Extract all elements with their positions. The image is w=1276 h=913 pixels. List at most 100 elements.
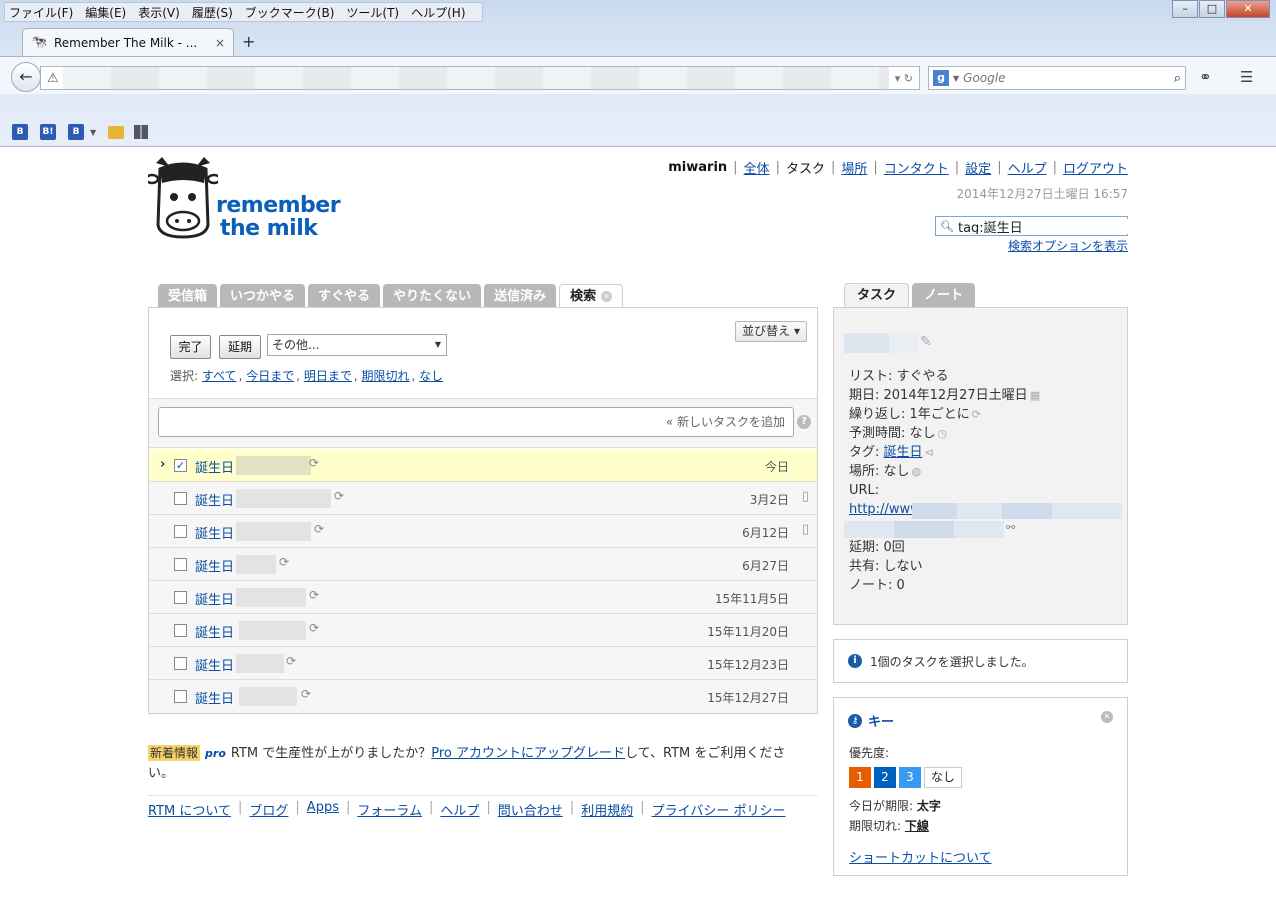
task-row[interactable]: 誕生日 ⟳ 15年11月20日 (149, 614, 817, 647)
nav-logout[interactable]: ログアウト (1063, 158, 1128, 177)
footer-contact[interactable]: 問い合わせ (498, 800, 563, 819)
footer-apps[interactable]: Apps (307, 800, 339, 819)
footer-forum[interactable]: フォーラム (357, 800, 422, 819)
task-row[interactable]: 誕生日 ⟳ 6月27日 (149, 548, 817, 581)
task-name-redacted[interactable] (236, 654, 284, 673)
help-icon[interactable]: ? (797, 415, 811, 429)
tab-task-detail[interactable]: タスク (844, 283, 910, 308)
tab-notes[interactable]: ノート (912, 283, 976, 308)
tab-search[interactable]: 検索 ✕ (559, 284, 624, 308)
select-due-tomorrow[interactable]: 明日まで (304, 369, 352, 383)
detail-estimate[interactable]: 予測時間: なし (849, 426, 936, 441)
close-search-tab-icon[interactable]: ✕ (601, 291, 613, 302)
task-name-redacted[interactable] (236, 555, 276, 574)
task-checkbox[interactable] (174, 558, 187, 571)
tab-dont-want[interactable]: やりたくない (383, 284, 482, 308)
menu-file[interactable]: ファイル(F) (9, 4, 73, 21)
task-checkbox[interactable] (174, 657, 187, 670)
add-task-input[interactable]: « 新しいタスクを追加 (158, 407, 794, 437)
detail-location[interactable]: 場所: なし (849, 464, 910, 479)
bookmark-dropdown-icon[interactable]: ▼ (90, 128, 96, 137)
rtm-logo[interactable]: remember the milk (144, 155, 341, 245)
tab-inbox[interactable]: 受信箱 (158, 284, 218, 308)
task-name-redacted[interactable] (236, 456, 311, 475)
select-all[interactable]: すべて (202, 369, 237, 383)
close-window-button[interactable]: ✕ (1226, 0, 1270, 18)
upgrade-pro-link[interactable]: Pro アカウントにアップグレード (431, 746, 625, 761)
url-bar[interactable]: ⚠ ▾ ↻ (40, 66, 920, 90)
sort-button[interactable]: 並び替え ▾ (735, 321, 807, 342)
task-row[interactable]: 誕生日 ⟳ 6月12日 ▯ (149, 515, 817, 548)
task-checkbox[interactable] (174, 492, 187, 505)
detail-list[interactable]: リスト: すぐやる (849, 367, 1040, 386)
hamburger-menu-icon[interactable]: ☰ (1240, 68, 1253, 86)
folder-icon[interactable] (108, 125, 125, 139)
select-overdue[interactable]: 期限切れ (362, 369, 410, 383)
tab-someday[interactable]: いつかやる (220, 284, 306, 308)
footer-about[interactable]: RTM について (148, 800, 231, 819)
footer-blog[interactable]: ブログ (249, 800, 288, 819)
task-checkbox[interactable]: ✓ (174, 459, 187, 472)
task-tag[interactable]: 誕生日 (195, 655, 234, 674)
hatena-b-icon[interactable]: B! (40, 124, 56, 140)
menu-tools[interactable]: ツール(T) (346, 4, 399, 21)
task-checkbox[interactable] (174, 690, 187, 703)
task-tag[interactable]: 誕生日 (195, 556, 234, 575)
pencil-icon[interactable]: ✎ (920, 334, 932, 350)
task-name-redacted[interactable] (236, 588, 306, 607)
task-name-redacted[interactable] (844, 333, 919, 353)
footer-privacy[interactable]: プライバシー ポリシー (652, 800, 786, 819)
task-search-input[interactable] (957, 218, 1128, 234)
maximize-button[interactable]: □ (1199, 0, 1225, 18)
detail-tag-link[interactable]: 誕生日 (884, 445, 923, 460)
task-row[interactable]: 誕生日 ⟳ 15年11月5日 (149, 581, 817, 614)
task-tag[interactable]: 誕生日 (195, 589, 234, 608)
detail-due[interactable]: 期日: 2014年12月27日土曜日 (849, 388, 1028, 403)
task-tag[interactable]: 誕生日 (195, 457, 234, 476)
task-tag[interactable]: 誕生日 (195, 622, 234, 641)
link-icon[interactable]: ⚭ (1199, 68, 1212, 86)
calendar-icon[interactable]: ▦ (1030, 389, 1040, 402)
nav-help[interactable]: ヘルプ (1008, 158, 1047, 177)
menu-history[interactable]: 履歴(S) (192, 4, 233, 21)
task-name-redacted[interactable] (239, 687, 297, 706)
nav-contacts[interactable]: コンタクト (884, 158, 949, 177)
new-tab-button[interactable]: + (242, 32, 255, 51)
task-checkbox[interactable] (174, 624, 187, 637)
browser-search-input[interactable] (963, 71, 1174, 85)
task-row[interactable]: 誕生日 ⟳ 3月2日 ▯ (149, 482, 817, 515)
task-name-redacted[interactable] (236, 522, 311, 541)
select-none[interactable]: なし (419, 369, 443, 383)
task-tag[interactable]: 誕生日 (195, 688, 234, 707)
tab-sent[interactable]: 送信済み (484, 284, 557, 308)
engine-dropdown-icon[interactable]: ▼ (953, 74, 959, 83)
task-name-redacted[interactable] (236, 489, 331, 508)
url-dropdown-reload-icons[interactable]: ▾ ↻ (889, 72, 919, 85)
footer-terms[interactable]: 利用規約 (581, 800, 633, 819)
task-checkbox[interactable] (174, 591, 187, 604)
menu-help[interactable]: ヘルプ(H) (411, 4, 465, 21)
task-tag[interactable]: 誕生日 (195, 523, 234, 542)
search-options-link[interactable]: 検索オプションを表示 (1008, 237, 1128, 254)
nav-overview[interactable]: 全体 (744, 158, 770, 177)
task-row[interactable]: 誕生日 ⟳ 15年12月27日 (149, 680, 817, 713)
nav-locations[interactable]: 場所 (841, 158, 867, 177)
minimize-button[interactable]: – (1172, 0, 1198, 18)
complete-button[interactable]: 完了 (170, 335, 211, 359)
search-icon[interactable]: ⌕ (1174, 71, 1181, 86)
shortcuts-link[interactable]: ショートカットについて (849, 847, 992, 866)
footer-help[interactable]: ヘルプ (440, 800, 479, 819)
more-actions-select[interactable]: その他... ▼ (267, 334, 447, 356)
task-search-box[interactable]: 🔍︎ (935, 216, 1128, 236)
menu-bookmarks[interactable]: ブックマーク(B) (245, 4, 335, 21)
select-due-today[interactable]: 今日まで (246, 369, 294, 383)
task-row[interactable]: 誕生日 ⟳ 15年12月23日 (149, 647, 817, 680)
task-tag[interactable]: 誕生日 (195, 490, 234, 509)
close-key-icon[interactable]: ✕ (1101, 711, 1113, 723)
tab-close-icon[interactable]: × (215, 36, 225, 50)
tab-soon[interactable]: すぐやる (308, 284, 381, 308)
task-row[interactable]: › ✓ 誕生日 ⟳ 今日 (149, 449, 817, 482)
postpone-button[interactable]: 延期 (219, 335, 261, 359)
detail-repeat[interactable]: 繰り返し: 1年ごとに (849, 407, 970, 422)
nav-settings[interactable]: 設定 (965, 158, 991, 177)
